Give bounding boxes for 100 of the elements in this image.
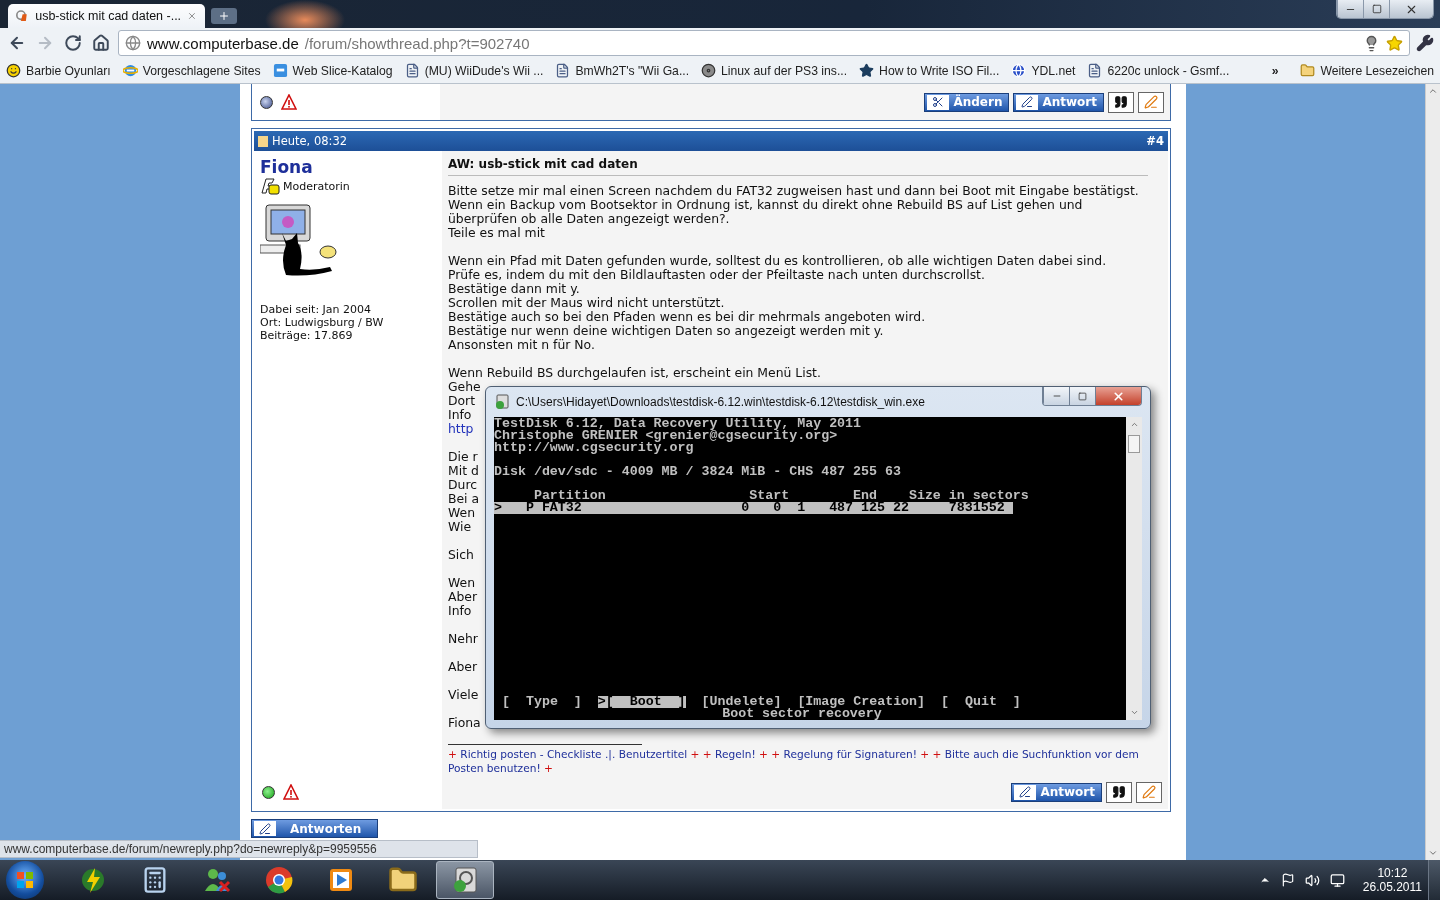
text-line: Wenn ein Pfad mit Daten gefunden wurde, solltest du es kontrollieren, ob alle wichtigen Daten dabei sind.: [448, 254, 1107, 268]
bookmark[interactable]: YDL.net: [1011, 63, 1076, 78]
smiley-icon: [6, 63, 21, 78]
user-rank: Moderatorin: [283, 179, 350, 193]
text-line: Wie: [448, 520, 472, 534]
scrollbar[interactable]: [1126, 417, 1142, 720]
edit-button[interactable]: Ändern: [924, 92, 1010, 112]
menu-option[interactable]: >[ Boot ]: [597, 696, 686, 708]
page-icon: [555, 63, 571, 78]
quote-icon: [1112, 785, 1126, 799]
menu-option[interactable]: [Image Creation]: [797, 696, 926, 708]
maximize-icon: [1078, 391, 1087, 401]
minimize-button[interactable]: [1043, 387, 1069, 405]
author-name[interactable]: Fiona: [260, 157, 436, 177]
home-button[interactable]: [90, 32, 112, 54]
close-button[interactable]: [1095, 387, 1141, 405]
close-button[interactable]: [1389, 0, 1433, 18]
quote-icon: [1114, 95, 1128, 109]
flag-icon[interactable]: [1280, 873, 1295, 887]
show-desktop-button[interactable]: [1428, 860, 1440, 900]
new-tab-button[interactable]: [211, 8, 237, 24]
text-line: Wen: [448, 506, 475, 520]
window-title: C:\Users\Hidayet\Downloads\testdisk-6.12.win\testdisk-6.12\testdisk_win.exe: [516, 395, 926, 409]
plus-icon: [218, 10, 230, 22]
restore-button[interactable]: [1363, 0, 1389, 18]
text-line: Wen: [448, 576, 475, 590]
text-line: Bei a: [448, 492, 480, 506]
text-line: Aber: [448, 660, 478, 674]
console-line: Partition Start End Size in sectors: [533, 490, 1029, 502]
bookmark[interactable]: Web Slice-Katalog: [272, 63, 393, 78]
scroll-thumb[interactable]: [1128, 435, 1140, 453]
status-url: www.computerbase.de/forum/newreply.php?do=newreply&p=9959556: [0, 840, 478, 858]
tab-title: usb-stick mit cad daten -...: [35, 9, 182, 23]
bookmark-star-icon[interactable]: [1386, 34, 1403, 52]
bookmarks-overflow[interactable]: »: [1271, 63, 1279, 78]
text-line: Ansonsten mit n für No.: [448, 338, 595, 352]
forward-icon: [36, 34, 54, 52]
user-info: Dabei seit: Jan 2004: [260, 303, 373, 316]
other-bookmarks[interactable]: Weitere Lesezeichen: [1300, 63, 1434, 78]
text-line: Info: [448, 604, 472, 618]
text-line: Durc: [448, 478, 478, 492]
user-info: Ort: Ludwigsburg / BW: [260, 316, 385, 329]
text-line: Prüfe es, indem du mit den Bildlauftasten oder der Pfeiltaste nach unten durchscrollst.: [448, 268, 985, 282]
start-button[interactable]: [6, 861, 44, 899]
menu-option[interactable]: [ Type ]: [502, 696, 582, 708]
browser-e-icon: [122, 63, 138, 78]
reply-button[interactable]: Antworten: [251, 819, 378, 838]
pencil-icon: [1142, 785, 1156, 799]
quick-edit-button[interactable]: [1136, 781, 1162, 803]
text-line: Info: [448, 408, 472, 422]
bookmark[interactable]: How to Write ISO Fil...: [859, 63, 1000, 78]
bookmark[interactable]: Vorgeschlagene Sites: [122, 63, 261, 78]
bookmark[interactable]: Linux auf der PS3 ins...: [701, 63, 848, 78]
link[interactable]: http: [448, 422, 474, 436]
disc-icon: [701, 63, 717, 78]
windows-logo-icon: [16, 871, 34, 889]
post-number[interactable]: #4: [1146, 134, 1164, 148]
address-bar[interactable]: www.computerbase.de /forum/showthread.php?t=902740: [118, 30, 1410, 56]
globe-icon: [1011, 63, 1027, 78]
pencil-icon: [1144, 95, 1158, 109]
settings-icon[interactable]: [1416, 34, 1434, 52]
reload-button[interactable]: [62, 32, 84, 54]
folder-icon: [1300, 63, 1316, 78]
page-icon: [1087, 63, 1103, 78]
bookmark[interactable]: (MU) WiiDude's Wii ...: [404, 63, 544, 78]
reply-button[interactable]: Antwort: [1013, 92, 1104, 112]
text-line: Mit d: [448, 464, 479, 478]
web-slice-icon: [272, 63, 288, 78]
close-icon: [1112, 389, 1125, 403]
menu-option[interactable]: [Undelete]: [701, 696, 782, 708]
network-icon[interactable]: [1329, 872, 1345, 888]
clock[interactable]: 10:12 26.05.2011: [1362, 866, 1422, 894]
minimize-button[interactable]: [1337, 0, 1363, 18]
text-line: Viele: [448, 688, 479, 702]
back-icon: [8, 34, 26, 52]
pencil-icon: [254, 821, 276, 836]
reply-button[interactable]: Antwort: [1011, 782, 1102, 802]
close-icon[interactable]: [187, 10, 197, 22]
bookmark[interactable]: BmWh2T's "Wii Ga...: [555, 63, 690, 78]
bookmark[interactable]: Barbie Oyunları: [6, 63, 111, 78]
browser-tab[interactable]: usb-stick mit cad daten -...: [8, 4, 205, 28]
scissors-icon: [927, 94, 950, 110]
chrome-icon: [264, 865, 294, 895]
warning-icon[interactable]: [281, 94, 297, 110]
console-line: TestDisk 6.12, Data Recovery Utility, May 2011: [494, 418, 862, 430]
warning-icon[interactable]: [283, 784, 299, 800]
globe-icon: [125, 35, 141, 51]
text-line: überprüfen ob alle Daten angezeigt werden?.: [448, 212, 730, 226]
text-line: Bestätige dann mit y.: [448, 282, 580, 296]
menu-option[interactable]: [ Quit ]: [941, 696, 1021, 708]
bookmark[interactable]: 6220c unlock - Gsmf...: [1087, 63, 1230, 78]
scrollbar[interactable]: [1425, 84, 1440, 860]
partition-row[interactable]: > P FAT32 0 0 1 487 125 22 7831552: [494, 502, 1013, 514]
text-line: Wenn ein Backup vom Bootsektor in Ordnung ist, kannst du direkt ohne Rebuild BS auf List gehen und: [448, 198, 1083, 212]
maximize-button[interactable]: [1069, 387, 1095, 405]
pencil-icon: [1014, 784, 1037, 800]
quick-edit-button[interactable]: [1138, 91, 1164, 113]
speaker-icon[interactable]: [1304, 872, 1320, 888]
quote-button[interactable]: [1106, 781, 1132, 803]
quote-button[interactable]: [1108, 91, 1134, 113]
